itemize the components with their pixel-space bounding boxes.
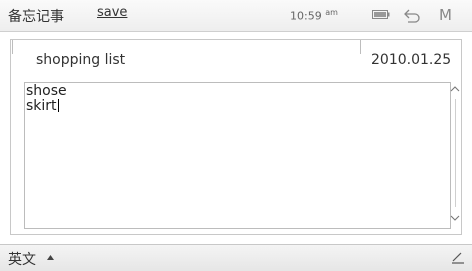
battery-icon (372, 10, 390, 19)
memo-line: shose (26, 83, 67, 99)
app-title: 备忘记事 (8, 9, 64, 25)
text-caret (57, 99, 59, 112)
chevron-down-icon[interactable] (449, 213, 461, 223)
memo-date: 2010.01.25 (371, 52, 452, 68)
clock-time: 10:59 (290, 9, 322, 23)
memo-line: skirt (26, 98, 57, 114)
memo-body-text[interactable]: shose skirt (26, 84, 67, 114)
clock-ampm: am (325, 8, 338, 17)
date-divider (360, 40, 361, 54)
triangle-up-icon (47, 255, 54, 260)
memo-title-field[interactable]: shopping list (36, 52, 125, 68)
input-method-switch[interactable]: 英文 (8, 249, 36, 269)
clock: 10:59 am (290, 8, 338, 23)
title-divider (12, 40, 13, 54)
memo-body-textarea[interactable] (24, 82, 451, 229)
status-bar: 备忘记事 save 10:59 am M (0, 0, 472, 32)
back-arrow-icon[interactable] (403, 7, 421, 23)
save-button[interactable]: save (97, 5, 127, 20)
memo-line-with-caret: skirt (26, 99, 67, 114)
memo-screen: { "status_bar": { "app_title": "备忘记事", "… (0, 0, 472, 271)
pen-icon[interactable] (451, 250, 465, 264)
chevron-up-icon[interactable] (449, 84, 461, 94)
menu-button[interactable]: M (439, 6, 452, 24)
scrollbar-track[interactable] (455, 99, 456, 207)
input-bar: 英文 (0, 244, 472, 271)
